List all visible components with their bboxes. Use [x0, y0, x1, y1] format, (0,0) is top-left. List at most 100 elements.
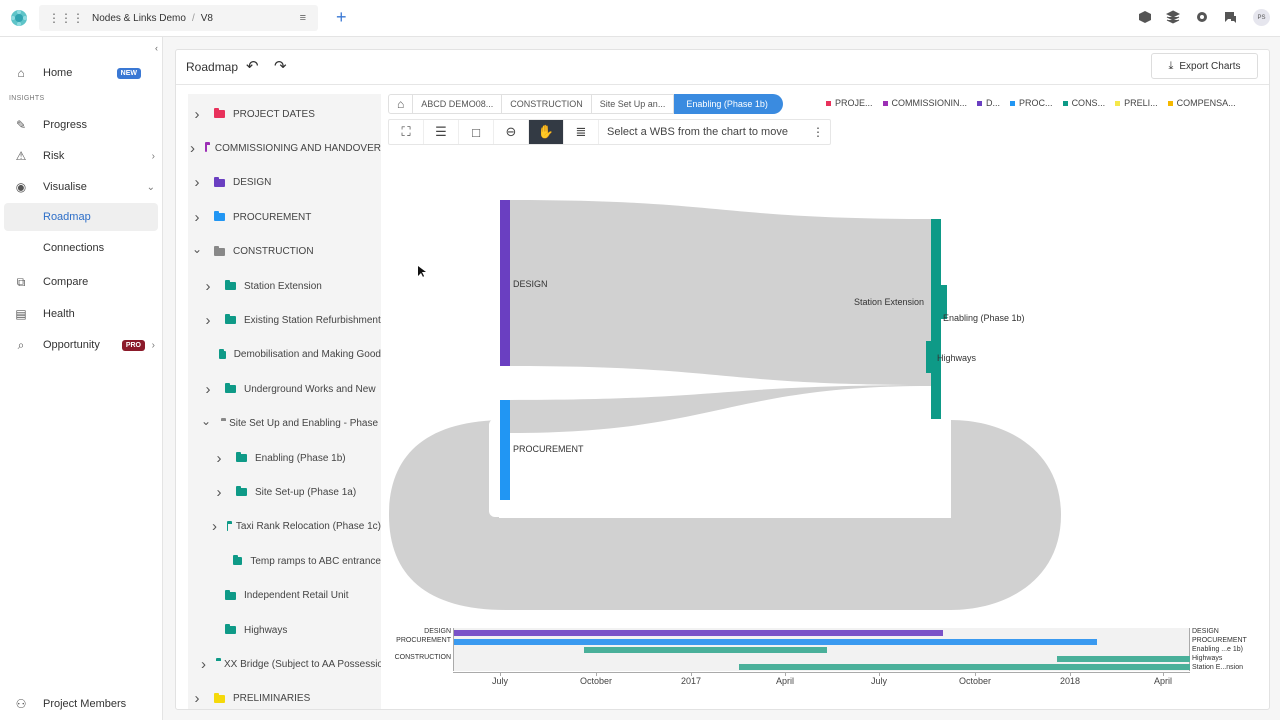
fit-view-icon[interactable]: ⛶: [389, 120, 424, 144]
tree-row[interactable]: ⌄ Site Set Up and Enabling - Phase 1: [201, 414, 381, 434]
legend-item[interactable]: CONS...: [1062, 98, 1105, 108]
collapse-chevron-icon[interactable]: ⌄: [201, 414, 211, 428]
project-members-link[interactable]: ⚇ Project Members: [0, 690, 163, 718]
gear-icon[interactable]: [1195, 10, 1209, 24]
gantt-bar-procurement[interactable]: [454, 639, 1097, 645]
folder-icon: [225, 383, 236, 394]
tree-row[interactable]: › Underground Works and New: [201, 379, 381, 399]
expand-chevron-icon[interactable]: ›: [201, 656, 206, 673]
gantt-right-label: PROCUREMENT: [1192, 637, 1247, 644]
breadcrumb-item[interactable]: Site Set Up an...: [591, 94, 675, 114]
legend-item[interactable]: COMPENSA...: [1167, 98, 1236, 108]
tree-item-label: Existing Station Refurbishment: [244, 314, 381, 326]
expand-chevron-icon[interactable]: ›: [190, 209, 204, 226]
zoom-out-icon[interactable]: ⊖: [494, 120, 529, 144]
risk-icon: ⚠: [15, 149, 27, 163]
folder-icon: [225, 624, 236, 634]
tree-row[interactable]: Highways: [201, 620, 381, 640]
sankey-node-design[interactable]: [500, 200, 510, 366]
list-view-icon[interactable]: ≣: [564, 120, 599, 144]
chat-help-icon[interactable]: [1223, 10, 1238, 25]
tree-row[interactable]: Independent Retail Unit: [201, 586, 381, 606]
undo-icon[interactable]: ↶: [246, 57, 259, 75]
sidebar-item-risk[interactable]: ⚠ Risk ›: [0, 142, 163, 170]
tree-item-label: Taxi Rank Relocation (Phase 1c): [235, 521, 381, 533]
collapse-sidebar-icon[interactable]: ‹: [155, 43, 158, 53]
tree-row[interactable]: › DESIGN: [190, 173, 381, 193]
sidebar-item-roadmap[interactable]: Roadmap: [4, 203, 158, 231]
tree-row[interactable]: › XX Bridge (Subject to AA Possession): [201, 654, 381, 674]
sankey-gap: [489, 419, 951, 517]
tree-row[interactable]: Temp ramps to ABC entrance: [212, 551, 381, 571]
expand-chevron-icon[interactable]: ›: [190, 690, 204, 707]
new-badge: NEW: [116, 67, 141, 79]
gantt-bar-design[interactable]: [454, 630, 943, 636]
redo-icon[interactable]: ↷: [274, 57, 287, 75]
tree-row[interactable]: › Existing Station Refurbishment: [201, 310, 381, 330]
sankey-chart[interactable]: DESIGN PROCUREMENT Station Extension Ena…: [386, 185, 1066, 610]
timeline-overview[interactable]: DESIGN PROCUREMENT CONSTRUCTION DESIGN P…: [386, 615, 1261, 686]
expand-chevron-icon[interactable]: ›: [190, 174, 204, 191]
sidebar-item-connections[interactable]: Connections: [4, 234, 158, 262]
legend-swatch: [826, 100, 831, 106]
sidebar-item-home[interactable]: ⌂ Home NEW: [0, 59, 163, 87]
sankey-link-design[interactable]: [510, 200, 931, 385]
expand-chevron-icon[interactable]: ›: [201, 381, 215, 398]
expand-chevron-icon[interactable]: ›: [201, 278, 215, 295]
home-crumb-icon[interactable]: ⌂: [388, 94, 414, 114]
gantt-tick-label: October: [958, 676, 991, 686]
tree-row[interactable]: › COMMISSIONING AND HANDOVER: [190, 138, 381, 158]
sidebar-item-visualise[interactable]: ◉ Visualise ⌄: [0, 173, 163, 201]
tree-row[interactable]: › PROCUREMENT: [190, 207, 381, 227]
expand-chevron-icon[interactable]: ›: [190, 106, 204, 123]
breadcrumb-item[interactable]: CONSTRUCTION: [502, 94, 592, 114]
add-tab-icon[interactable]: +: [336, 7, 347, 28]
expand-chevron-icon[interactable]: ›: [212, 518, 217, 535]
menu-icon[interactable]: ≡: [300, 12, 306, 24]
breadcrumb-current[interactable]: Enabling (Phase 1b): [674, 94, 783, 114]
pan-hand-icon[interactable]: ✋: [529, 120, 564, 144]
sidebar-item-health[interactable]: ▤ Health: [0, 300, 163, 328]
export-charts-button[interactable]: ⤓ Export Charts: [1151, 53, 1258, 79]
sankey-node-procurement[interactable]: [500, 400, 510, 500]
tree-item-label: Temp ramps to ABC entrance: [250, 555, 381, 567]
tree-row[interactable]: › Enabling (Phase 1b): [212, 448, 381, 468]
sankey-node-highways[interactable]: [926, 341, 935, 373]
select-box-icon[interactable]: □: [459, 120, 494, 144]
gantt-bar-enabling[interactable]: [584, 647, 827, 653]
tree-row[interactable]: › PRELIMINARIES: [190, 689, 381, 709]
collapse-chevron-icon[interactable]: ⌄: [190, 242, 204, 256]
user-avatar[interactable]: PS: [1253, 9, 1270, 26]
project-name: Nodes & Links Demo: [92, 12, 186, 24]
tree-row[interactable]: › Taxi Rank Relocation (Phase 1c): [212, 517, 381, 537]
more-options-icon[interactable]: ⋮: [812, 125, 824, 139]
sidebar-item-opportunity[interactable]: ⌕ Opportunity PRO ›: [0, 331, 163, 359]
sidebar-item-progress[interactable]: ✎ Progress: [0, 111, 163, 139]
legend-item[interactable]: D...: [977, 98, 1000, 108]
gantt-tick-label: April: [775, 676, 794, 686]
split-view-icon[interactable]: ☰: [424, 120, 459, 144]
tree-row[interactable]: › PROJECT DATES: [190, 104, 381, 124]
expand-chevron-icon[interactable]: ›: [201, 312, 215, 329]
sidebar-item-label: Risk: [43, 150, 65, 162]
legend-item[interactable]: PROJE...: [826, 98, 873, 108]
expand-chevron-icon[interactable]: ›: [190, 140, 195, 157]
breadcrumb-item[interactable]: ABCD DEMO08...: [413, 94, 503, 114]
expand-chevron-icon[interactable]: ›: [212, 484, 226, 501]
box-icon[interactable]: [1138, 10, 1152, 24]
gantt-bar-station-extension[interactable]: [739, 664, 1190, 670]
tree-row[interactable]: Demobilisation and Making Good: [201, 345, 381, 365]
project-selector[interactable]: ⋮⋮⋮ Nodes & Links Demo / V8 ≡: [39, 5, 318, 31]
tree-row[interactable]: › Station Extension: [201, 276, 381, 296]
gantt-right-label: Station E...nsion: [1192, 664, 1243, 671]
tree-row[interactable]: › Site Set-up (Phase 1a): [212, 482, 381, 502]
app-logo-icon[interactable]: [9, 8, 29, 28]
layers-icon[interactable]: [1166, 10, 1180, 24]
legend-item[interactable]: COMMISSIONIN...: [882, 98, 967, 108]
sidebar-item-compare[interactable]: ⧉ Compare: [0, 268, 163, 296]
legend-item[interactable]: PROC...: [1010, 98, 1053, 108]
expand-chevron-icon[interactable]: ›: [212, 450, 226, 467]
legend-item[interactable]: PRELI...: [1115, 98, 1158, 108]
gantt-bar-highways[interactable]: [1057, 656, 1190, 662]
tree-row[interactable]: ⌄ CONSTRUCTION: [190, 242, 381, 262]
